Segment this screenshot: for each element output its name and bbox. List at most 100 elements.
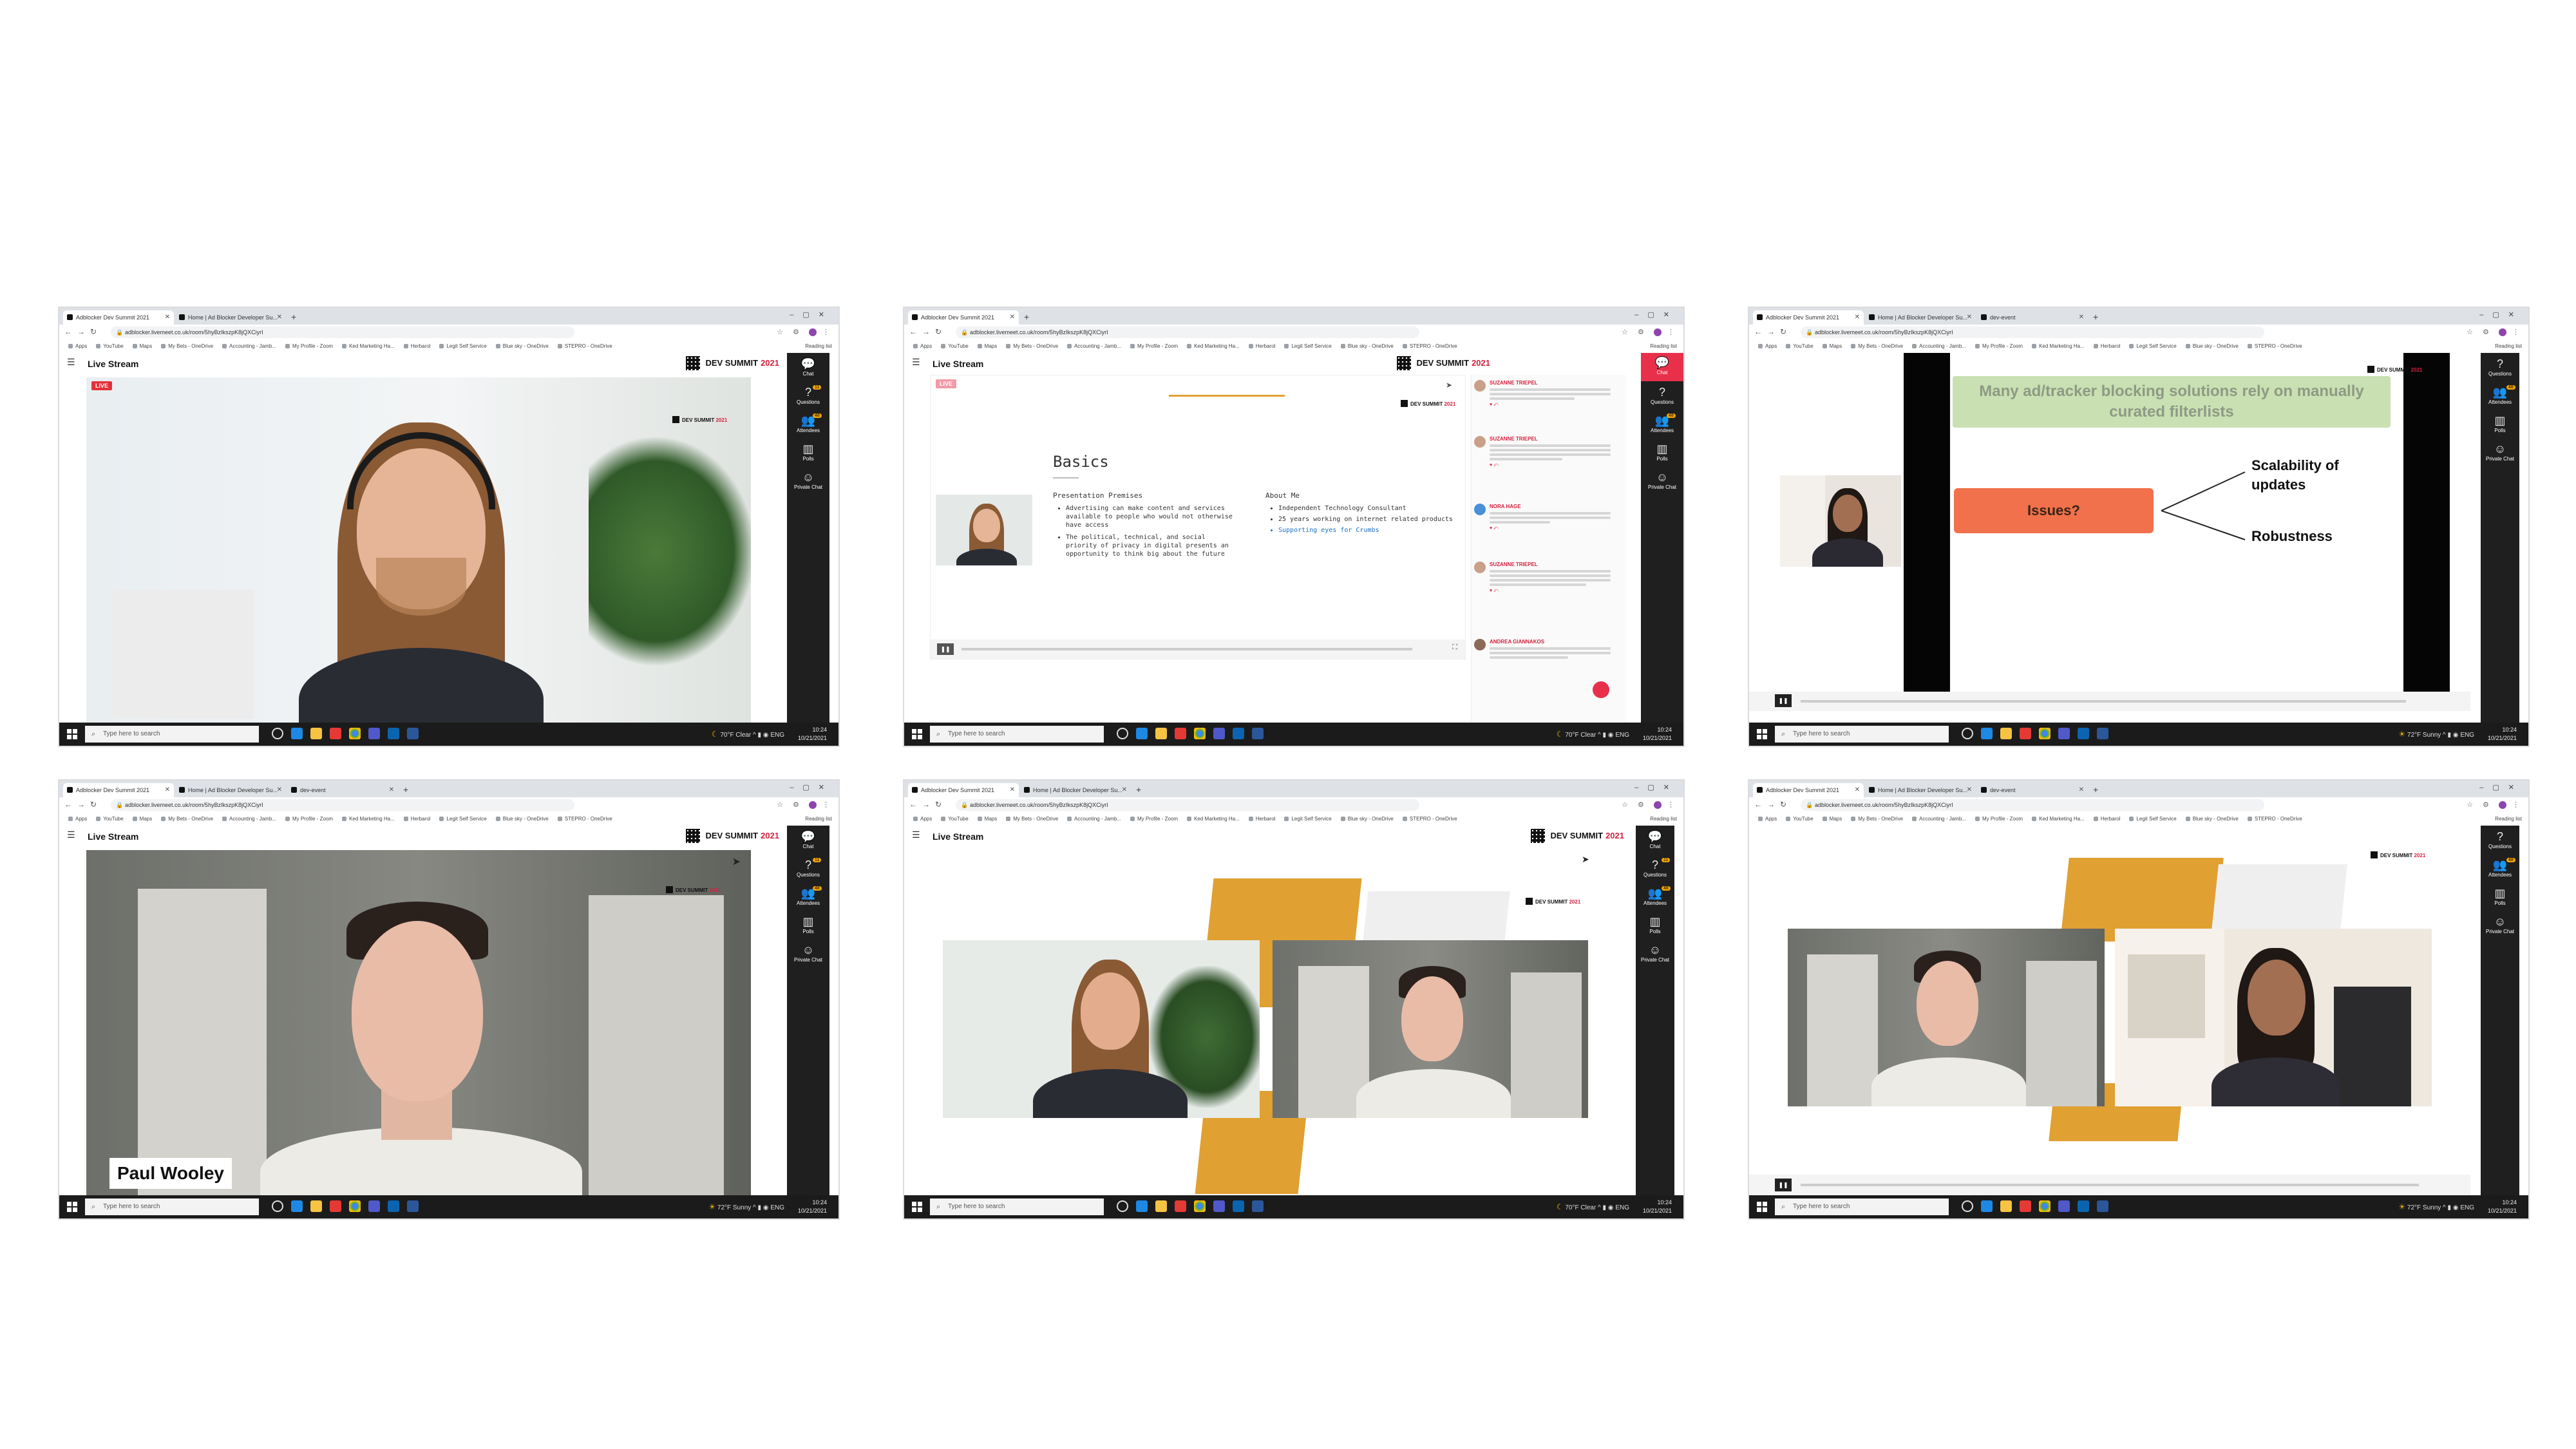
teams-icon[interactable] [2058,728,2070,739]
close-icon[interactable]: ✕ [1010,310,1015,325]
word-icon[interactable] [407,1200,419,1212]
close-icon[interactable]: ✕ [2079,310,2084,325]
tab-dev-event[interactable]: dev-event ✕ [287,783,398,797]
teams-icon[interactable] [368,728,380,739]
bookmark[interactable]: Apps [68,340,87,353]
bookmark[interactable]: Herbarol [2094,340,2121,353]
bookmark[interactable]: Apps [1758,340,1777,353]
rail-attendees[interactable]: 48 👥 Attendees [2481,858,2519,878]
bookmark[interactable]: Ked Marketing Ha... [342,340,395,353]
windows-start-icon[interactable] [67,1202,77,1212]
bookmark[interactable]: Accounting - Jamb... [1067,813,1121,826]
nav-arrows-icon[interactable]: ←→↻ [1754,800,1792,809]
bookmark[interactable]: Blue sky - OneDrive [496,813,549,826]
window-controls[interactable]: –▢✕ [790,310,833,319]
extension-icons[interactable]: ☆ ⚙ ⋮ [1622,800,1678,810]
nav-arrows-icon[interactable]: ←→↻ [1754,327,1792,336]
bookmark[interactable]: My Profile - Zoom [285,340,333,353]
chrome-icon[interactable] [1194,1200,1206,1212]
bookmark[interactable]: Blue sky - OneDrive [2186,340,2239,353]
rail-polls[interactable]: ▥ Polls [1636,914,1674,934]
menu-icon[interactable]: ☰ [912,357,920,368]
folder-icon[interactable] [1155,728,1167,739]
reading-list[interactable]: Reading list [1650,340,1677,353]
close-icon[interactable]: ✕ [2079,783,2084,797]
tab-summit[interactable]: Adblocker Dev Summit 2021 ✕ [63,310,174,325]
close-icon[interactable]: ✕ [389,783,394,797]
bookmark[interactable]: Blue sky - OneDrive [1341,813,1394,826]
teams-icon[interactable] [368,1200,380,1212]
rail-attendees[interactable]: 48 👥 Attendees [1641,413,1683,433]
rail-chat[interactable]: 💬 Chat [787,829,829,849]
bookmark[interactable]: My Profile - Zoom [1975,340,2023,353]
outlook-icon[interactable] [2078,728,2089,739]
windows-start-icon[interactable] [912,729,922,739]
url-input[interactable]: 🔒 adblocker.livemeet.co.uk/room/5hyBzIksz… [956,327,1419,338]
taskbar-search[interactable]: ⌕ Type here to search [85,726,259,743]
edge-icon[interactable] [291,1200,303,1212]
close-icon[interactable]: ✕ [1967,783,1972,797]
system-tray[interactable]: ☀ 72°F Sunny ^ ▮ ◉ ENG [2398,1202,2474,1211]
bookmark[interactable]: Accounting - Jamb... [1067,340,1121,353]
extension-icons[interactable]: ☆ ⚙ ⋮ [2467,800,2523,810]
rail-polls[interactable]: ▥ Polls [2481,886,2519,906]
rail-private-chat[interactable]: ☺ Private Chat [1641,470,1683,490]
bookmark[interactable]: Accounting - Jamb... [1912,813,1966,826]
rail-questions[interactable]: ? Questions [2481,357,2519,377]
bookmark[interactable]: Blue sky - OneDrive [496,340,549,353]
folder-icon[interactable] [310,1200,322,1212]
menu-icon[interactable]: ☰ [912,829,920,840]
bookmark[interactable]: Herbarol [404,340,431,353]
tab-home[interactable]: Home | Ad Blocker Developer Su... ✕ [175,310,286,325]
new-tab-icon[interactable]: + [291,310,296,323]
close-icon[interactable]: ✕ [165,783,170,797]
app-icon[interactable] [1175,1200,1186,1212]
rail-attendees[interactable]: 48 👥 Attendees [787,886,829,906]
bookmark[interactable]: Herbarol [1249,340,1276,353]
bookmark[interactable]: Ked Marketing Ha... [2032,813,2085,826]
tab-summit[interactable]: Adblocker Dev Summit 2021 ✕ [63,783,174,797]
rail-polls[interactable]: ▥ Polls [2481,413,2519,433]
pause-button[interactable]: ❚❚ [1775,694,1792,707]
folder-icon[interactable] [2000,728,2012,739]
clock[interactable]: 10:24 10/21/2021 [1643,726,1672,743]
extension-icons[interactable]: ☆ ⚙ ⋮ [2467,328,2523,337]
window-controls[interactable]: –▢✕ [2479,783,2523,791]
rail-questions[interactable]: ? Questions [1641,385,1683,405]
teams-icon[interactable] [1213,728,1225,739]
bookmark[interactable]: Apps [913,813,932,826]
folder-icon[interactable] [1155,1200,1167,1212]
bookmark[interactable]: Accounting - Jamb... [1912,340,1966,353]
share-icon[interactable]: ➤ [1582,854,1589,865]
bookmark[interactable]: My Bets - OneDrive [161,813,213,826]
bookmark[interactable]: Accounting - Jamb... [222,813,276,826]
new-tab-icon[interactable]: + [1136,783,1141,796]
cortana-icon[interactable] [1117,1200,1128,1212]
system-tray[interactable]: ☾ 70°F Clear ^ ▮ ◉ ENG [1557,730,1629,739]
nav-arrows-icon[interactable]: ←→↻ [64,327,102,336]
new-tab-icon[interactable]: + [2093,783,2098,796]
bookmark[interactable]: Accounting - Jamb... [222,340,276,353]
close-icon[interactable]: ✕ [1855,783,1860,797]
taskbar-search[interactable]: ⌕ Type here to search [930,726,1104,743]
rail-attendees[interactable]: 48 👥 Attendees [1636,886,1674,906]
bookmark[interactable]: Herbarol [404,813,431,826]
menu-icon[interactable]: ☰ [67,829,75,840]
progress-bar[interactable] [1801,700,2406,703]
bookmark[interactable]: My Bets - OneDrive [1006,813,1058,826]
rail-chat[interactable]: 💬 Chat [787,357,829,377]
bookmark[interactable]: Maps [133,813,153,826]
system-tray[interactable]: ☀ 72°F Sunny ^ ▮ ◉ ENG [708,1202,784,1211]
rail-private-chat[interactable]: ☺ Private Chat [2481,442,2519,462]
reading-list[interactable]: Reading list [1650,813,1677,826]
rail-polls[interactable]: ▥ Polls [787,442,829,462]
word-icon[interactable] [1252,1200,1264,1212]
close-icon[interactable]: ✕ [277,310,282,325]
bookmark[interactable]: STEPRO - OneDrive [558,340,612,353]
reaction-icons[interactable]: ♥ ⤺ [1490,462,1611,469]
bookmark[interactable]: My Profile - Zoom [1130,813,1178,826]
rail-questions[interactable]: ? Questions [2481,829,2519,849]
close-icon[interactable]: ✕ [1010,783,1015,797]
nav-arrows-icon[interactable]: ←→↻ [909,800,947,809]
tab-summit[interactable]: Adblocker Dev Summit 2021 ✕ [1753,783,1864,797]
